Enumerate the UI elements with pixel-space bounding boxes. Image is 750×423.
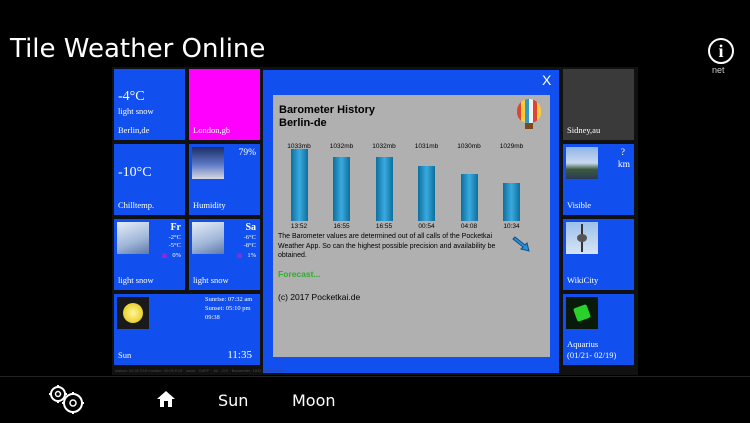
day1-high: -2°C <box>168 234 181 241</box>
copyright-text: (c) 2017 Pocketkai.de <box>278 292 361 302</box>
day2-low: -8°C <box>243 242 256 249</box>
barometer-description: The Barometer values are determined out … <box>278 233 496 259</box>
visible-label: Visible <box>567 200 592 210</box>
tile-chill[interactable]: -10°C Chilltemp. <box>114 144 185 215</box>
bar-time-label: 00:54 <box>418 223 435 230</box>
bar-time-label: 16:55 <box>333 223 350 230</box>
tile-forecast-day2[interactable]: Sa -6°C -8°C 1% light snow <box>189 219 260 290</box>
day2-high: -6°C <box>243 234 256 241</box>
bar-2 <box>333 157 350 221</box>
humidity-label: Humidity <box>193 200 226 210</box>
snow-weather-icon <box>192 222 224 254</box>
daylight-duration: 09:38 <box>205 314 220 321</box>
day1-condition: light snow <box>118 275 154 285</box>
arrow-icon[interactable] <box>511 233 533 255</box>
bar-time-label: 13:52 <box>290 223 308 230</box>
tile-london[interactable]: London,gb <box>189 69 260 140</box>
tile-forecast-day1[interactable]: Fr -2°C -5°C 0% light snow <box>114 219 185 290</box>
berlin-city: Berlin,de <box>118 125 150 135</box>
bar-4 <box>418 165 435 221</box>
forecast-link[interactable]: Forecast... <box>278 269 321 279</box>
nav-moon[interactable]: Moon <box>292 391 336 410</box>
close-button[interactable]: X <box>542 72 551 88</box>
zodiac-range: (01/21- 02/19) <box>567 350 617 360</box>
sidney-city: Sidney,au <box>567 125 601 135</box>
london-city: London,gb <box>193 125 231 135</box>
aquarius-icon <box>566 297 598 329</box>
snow-weather-icon <box>117 222 149 254</box>
visible-value: ? <box>620 148 625 158</box>
barometer-chart: 1033mb 13:52 1032mb 16:55 1032mb 16:55 1031mb 0… <box>273 95 550 357</box>
tile-humidity[interactable]: 79% Humidity <box>189 144 260 215</box>
settings-icon[interactable] <box>46 383 88 415</box>
bar-value-label: 1031mb <box>414 143 439 150</box>
tile-zodiac[interactable]: Aquarius (01/21- 02/19) <box>563 294 634 365</box>
humidity-icon <box>192 147 224 179</box>
tile-sun[interactable]: Sunrise: 07:32 am Sunset: 05:10 pm 09:38… <box>114 294 260 365</box>
zodiac-sign: Aquarius <box>567 339 599 349</box>
visible-unit: km <box>617 160 630 170</box>
nav-sun[interactable]: Sun <box>218 391 248 410</box>
day1-name: Fr <box>170 222 181 233</box>
bar-time-label: 10:34 <box>503 223 520 230</box>
tile-sidney[interactable]: Sidney,au <box>563 69 634 140</box>
day2-condition: light snow <box>193 275 229 285</box>
bar-time-label: 16:55 <box>375 223 393 230</box>
sun-label: Sun <box>118 350 132 360</box>
landscape-icon <box>566 147 598 179</box>
bottom-bar <box>0 376 750 423</box>
tile-wikicity[interactable]: WikiCity <box>563 219 634 290</box>
sunrise-text: Sunrise: 07:32 am <box>205 296 253 303</box>
info-icon[interactable]: i <box>708 38 734 64</box>
home-icon[interactable] <box>156 389 176 409</box>
bar-value-label: 1033mb <box>287 143 311 150</box>
chill-label: Chilltemp. <box>118 200 155 210</box>
barometer-panel: Barometer History Berlin-de 1033mb 13:52 1… <box>273 95 550 357</box>
current-time: 11:35 <box>227 349 252 361</box>
bar-value-label: 1032mb <box>329 143 354 150</box>
bar-6 <box>503 182 520 221</box>
day1-low: -5°C <box>168 242 181 249</box>
bar-value-label: 1030mb <box>457 143 481 150</box>
tile-visible[interactable]: ? km Visible <box>563 144 634 215</box>
app-title: Tile Weather Online <box>10 34 266 64</box>
berlin-temp: -4°C <box>118 89 145 104</box>
tv-tower-icon <box>566 222 598 254</box>
bar-time-label: 04:08 <box>460 223 478 230</box>
sunset-text: Sunset: 05:10 pm <box>205 305 251 312</box>
humidity-value: 79% <box>238 148 256 158</box>
day1-precip: 0% <box>172 252 181 259</box>
berlin-condition: light snow <box>118 106 154 116</box>
bar-3 <box>375 157 393 221</box>
wikicity-label: WikiCity <box>567 275 599 285</box>
status-line: station: 00:00 E15 monitor: 00:00 E15 · … <box>115 368 284 373</box>
day2-precip: 1% <box>247 252 256 259</box>
bar-5 <box>460 174 478 221</box>
tile-berlin[interactable]: -4°C light snow Berlin,de <box>114 69 185 140</box>
day2-name: Sa <box>245 222 256 233</box>
bar-value-label: 1032mb <box>372 143 396 150</box>
sun-icon <box>117 297 149 329</box>
bar-value-label: 1029mb <box>499 143 524 150</box>
chill-temp: -10°C <box>118 165 152 180</box>
bar-1 <box>290 149 308 221</box>
umbrella-icon <box>237 253 242 258</box>
info-label: net <box>712 65 725 75</box>
umbrella-icon <box>162 253 167 258</box>
